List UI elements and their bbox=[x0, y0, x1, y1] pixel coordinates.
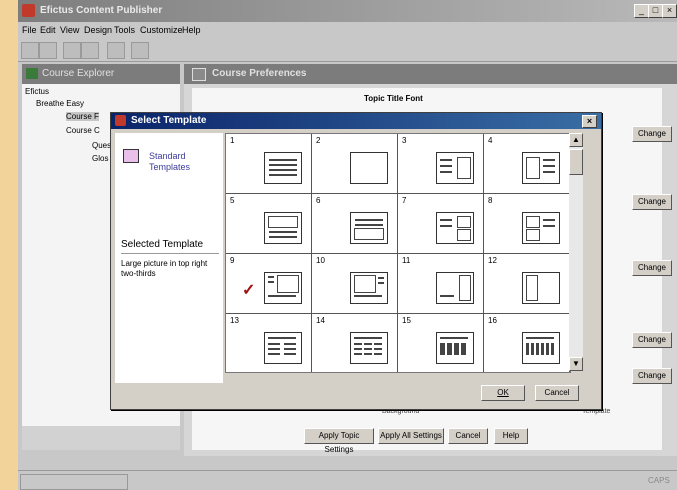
template-cell-15[interactable]: 15 bbox=[398, 314, 484, 372]
section-topic-title-font: Topic Title Font bbox=[364, 94, 423, 103]
apply-all-settings-button[interactable]: Apply All Settings bbox=[378, 428, 444, 444]
dialog-title: Select Template bbox=[131, 115, 207, 126]
prefs-header: Course Preferences bbox=[184, 64, 677, 84]
template-cell-13[interactable]: 13 bbox=[226, 314, 312, 372]
tree-node-questions[interactable]: Ques bbox=[92, 141, 111, 150]
menu-file[interactable]: File bbox=[22, 25, 37, 35]
status-bar: CAPS bbox=[18, 470, 677, 490]
menu-design[interactable]: Design bbox=[84, 25, 112, 35]
template-grid-scrollbar[interactable]: ▲ ▼ bbox=[569, 133, 583, 371]
app-icon bbox=[22, 4, 35, 17]
prefs-title: Course Preferences bbox=[212, 68, 307, 79]
select-template-dialog: Select Template × Standard Templates Sel… bbox=[110, 112, 602, 410]
change-button-2[interactable]: Change bbox=[632, 194, 672, 210]
template-category-pane: Standard Templates Selected Template Lar… bbox=[115, 133, 223, 383]
window-title: Efictus Content Publisher bbox=[40, 5, 163, 16]
template-cell-16[interactable]: 16 bbox=[484, 314, 570, 372]
caps-indicator: CAPS bbox=[648, 476, 670, 485]
dialog-close-button[interactable]: × bbox=[582, 115, 597, 128]
template-cell-8[interactable]: 8 bbox=[484, 194, 570, 254]
tree-node-course[interactable]: Breathe Easy bbox=[36, 99, 84, 108]
template-thumbnail bbox=[350, 332, 388, 364]
dialog-icon bbox=[115, 115, 126, 126]
prefs-help-button[interactable]: Help bbox=[494, 428, 528, 444]
template-thumbnail bbox=[436, 332, 474, 364]
menu-bar: File Edit View Design Tools Customize He… bbox=[18, 22, 677, 39]
template-cell-3[interactable]: 3 bbox=[398, 134, 484, 194]
folder-icon[interactable] bbox=[131, 42, 149, 59]
cancel-button[interactable]: Cancel bbox=[535, 385, 579, 401]
template-thumbnail bbox=[436, 272, 474, 304]
template-cell-2[interactable]: 2 bbox=[312, 134, 398, 194]
template-thumbnail bbox=[522, 152, 560, 184]
template-thumbnail bbox=[436, 152, 474, 184]
divider bbox=[121, 253, 219, 254]
menu-view[interactable]: View bbox=[60, 25, 79, 35]
maximize-button[interactable]: □ bbox=[648, 4, 663, 18]
status-pane bbox=[20, 474, 128, 490]
close-button[interactable]: × bbox=[662, 4, 677, 18]
template-thumbnail bbox=[522, 212, 560, 244]
dialog-title-bar: Select Template × bbox=[111, 113, 601, 129]
template-thumbnail bbox=[264, 272, 302, 304]
template-grid: 1 2 3 4 5 6 7 8 9 ✓ 10 11 12 13 14 15 16 bbox=[225, 133, 571, 373]
tree-node-glossary[interactable]: Glos bbox=[92, 154, 108, 163]
toolbar bbox=[18, 39, 677, 62]
template-cell-4[interactable]: 4 bbox=[484, 134, 570, 194]
template-thumbnail bbox=[436, 212, 474, 244]
explorer-header: Course Explorer bbox=[22, 64, 180, 84]
template-cell-5[interactable]: 5 bbox=[226, 194, 312, 254]
template-cell-9[interactable]: 9 ✓ bbox=[226, 254, 312, 314]
scroll-thumb[interactable] bbox=[569, 149, 583, 175]
template-thumbnail bbox=[522, 332, 560, 364]
tree-node-course-c[interactable]: Course C bbox=[66, 126, 100, 135]
standard-templates-icon bbox=[123, 149, 139, 163]
save-icon[interactable] bbox=[63, 42, 81, 59]
template-cell-14[interactable]: 14 bbox=[312, 314, 398, 372]
template-cell-10[interactable]: 10 bbox=[312, 254, 398, 314]
apply-topic-settings-button[interactable]: Apply Topic Settings bbox=[304, 428, 374, 454]
selected-template-heading: Selected Template bbox=[121, 239, 204, 250]
title-bar: Efictus Content Publisher _ □ × bbox=[18, 0, 677, 22]
template-thumbnail bbox=[350, 212, 388, 244]
template-thumbnail bbox=[264, 152, 302, 184]
change-button-5[interactable]: Change bbox=[632, 368, 672, 384]
template-cell-12[interactable]: 12 bbox=[484, 254, 570, 314]
selected-template-description: Large picture in top right two-thirds bbox=[121, 259, 208, 278]
scroll-up-icon[interactable]: ▲ bbox=[569, 133, 583, 147]
template-thumbnail bbox=[350, 152, 388, 184]
template-thumbnail bbox=[350, 272, 388, 304]
template-cell-1[interactable]: 1 bbox=[226, 134, 312, 194]
menu-tools[interactable]: Tools bbox=[114, 25, 135, 35]
ok-button[interactable]: OK bbox=[481, 385, 525, 401]
change-button-1[interactable]: Change bbox=[632, 126, 672, 142]
scroll-down-icon[interactable]: ▼ bbox=[569, 357, 583, 371]
template-cell-6[interactable]: 6 bbox=[312, 194, 398, 254]
explorer-icon bbox=[26, 68, 38, 79]
menu-help[interactable]: Help bbox=[182, 25, 201, 35]
prefs-cancel-button[interactable]: Cancel bbox=[448, 428, 488, 444]
template-thumbnail bbox=[264, 332, 302, 364]
change-button-3[interactable]: Change bbox=[632, 260, 672, 276]
selected-check-icon: ✓ bbox=[242, 282, 256, 299]
change-button-4[interactable]: Change bbox=[632, 332, 672, 348]
menu-customize[interactable]: Customize bbox=[140, 25, 183, 35]
tree-node-course-f[interactable]: Course F bbox=[66, 112, 99, 121]
template-cell-7[interactable]: 7 bbox=[398, 194, 484, 254]
tree-node-root[interactable]: Efictus bbox=[25, 87, 49, 96]
standard-templates-category[interactable]: Standard Templates bbox=[149, 151, 209, 173]
preview-icon[interactable] bbox=[81, 42, 99, 59]
template-thumbnail bbox=[264, 212, 302, 244]
explorer-title: Course Explorer bbox=[42, 68, 115, 79]
new-icon[interactable] bbox=[21, 42, 39, 59]
template-cell-11[interactable]: 11 bbox=[398, 254, 484, 314]
template-thumbnail bbox=[522, 272, 560, 304]
minimize-button[interactable]: _ bbox=[634, 4, 649, 18]
preferences-icon bbox=[192, 68, 206, 81]
open-icon[interactable] bbox=[39, 42, 57, 59]
menu-edit[interactable]: Edit bbox=[40, 25, 56, 35]
find-icon[interactable] bbox=[107, 42, 125, 59]
